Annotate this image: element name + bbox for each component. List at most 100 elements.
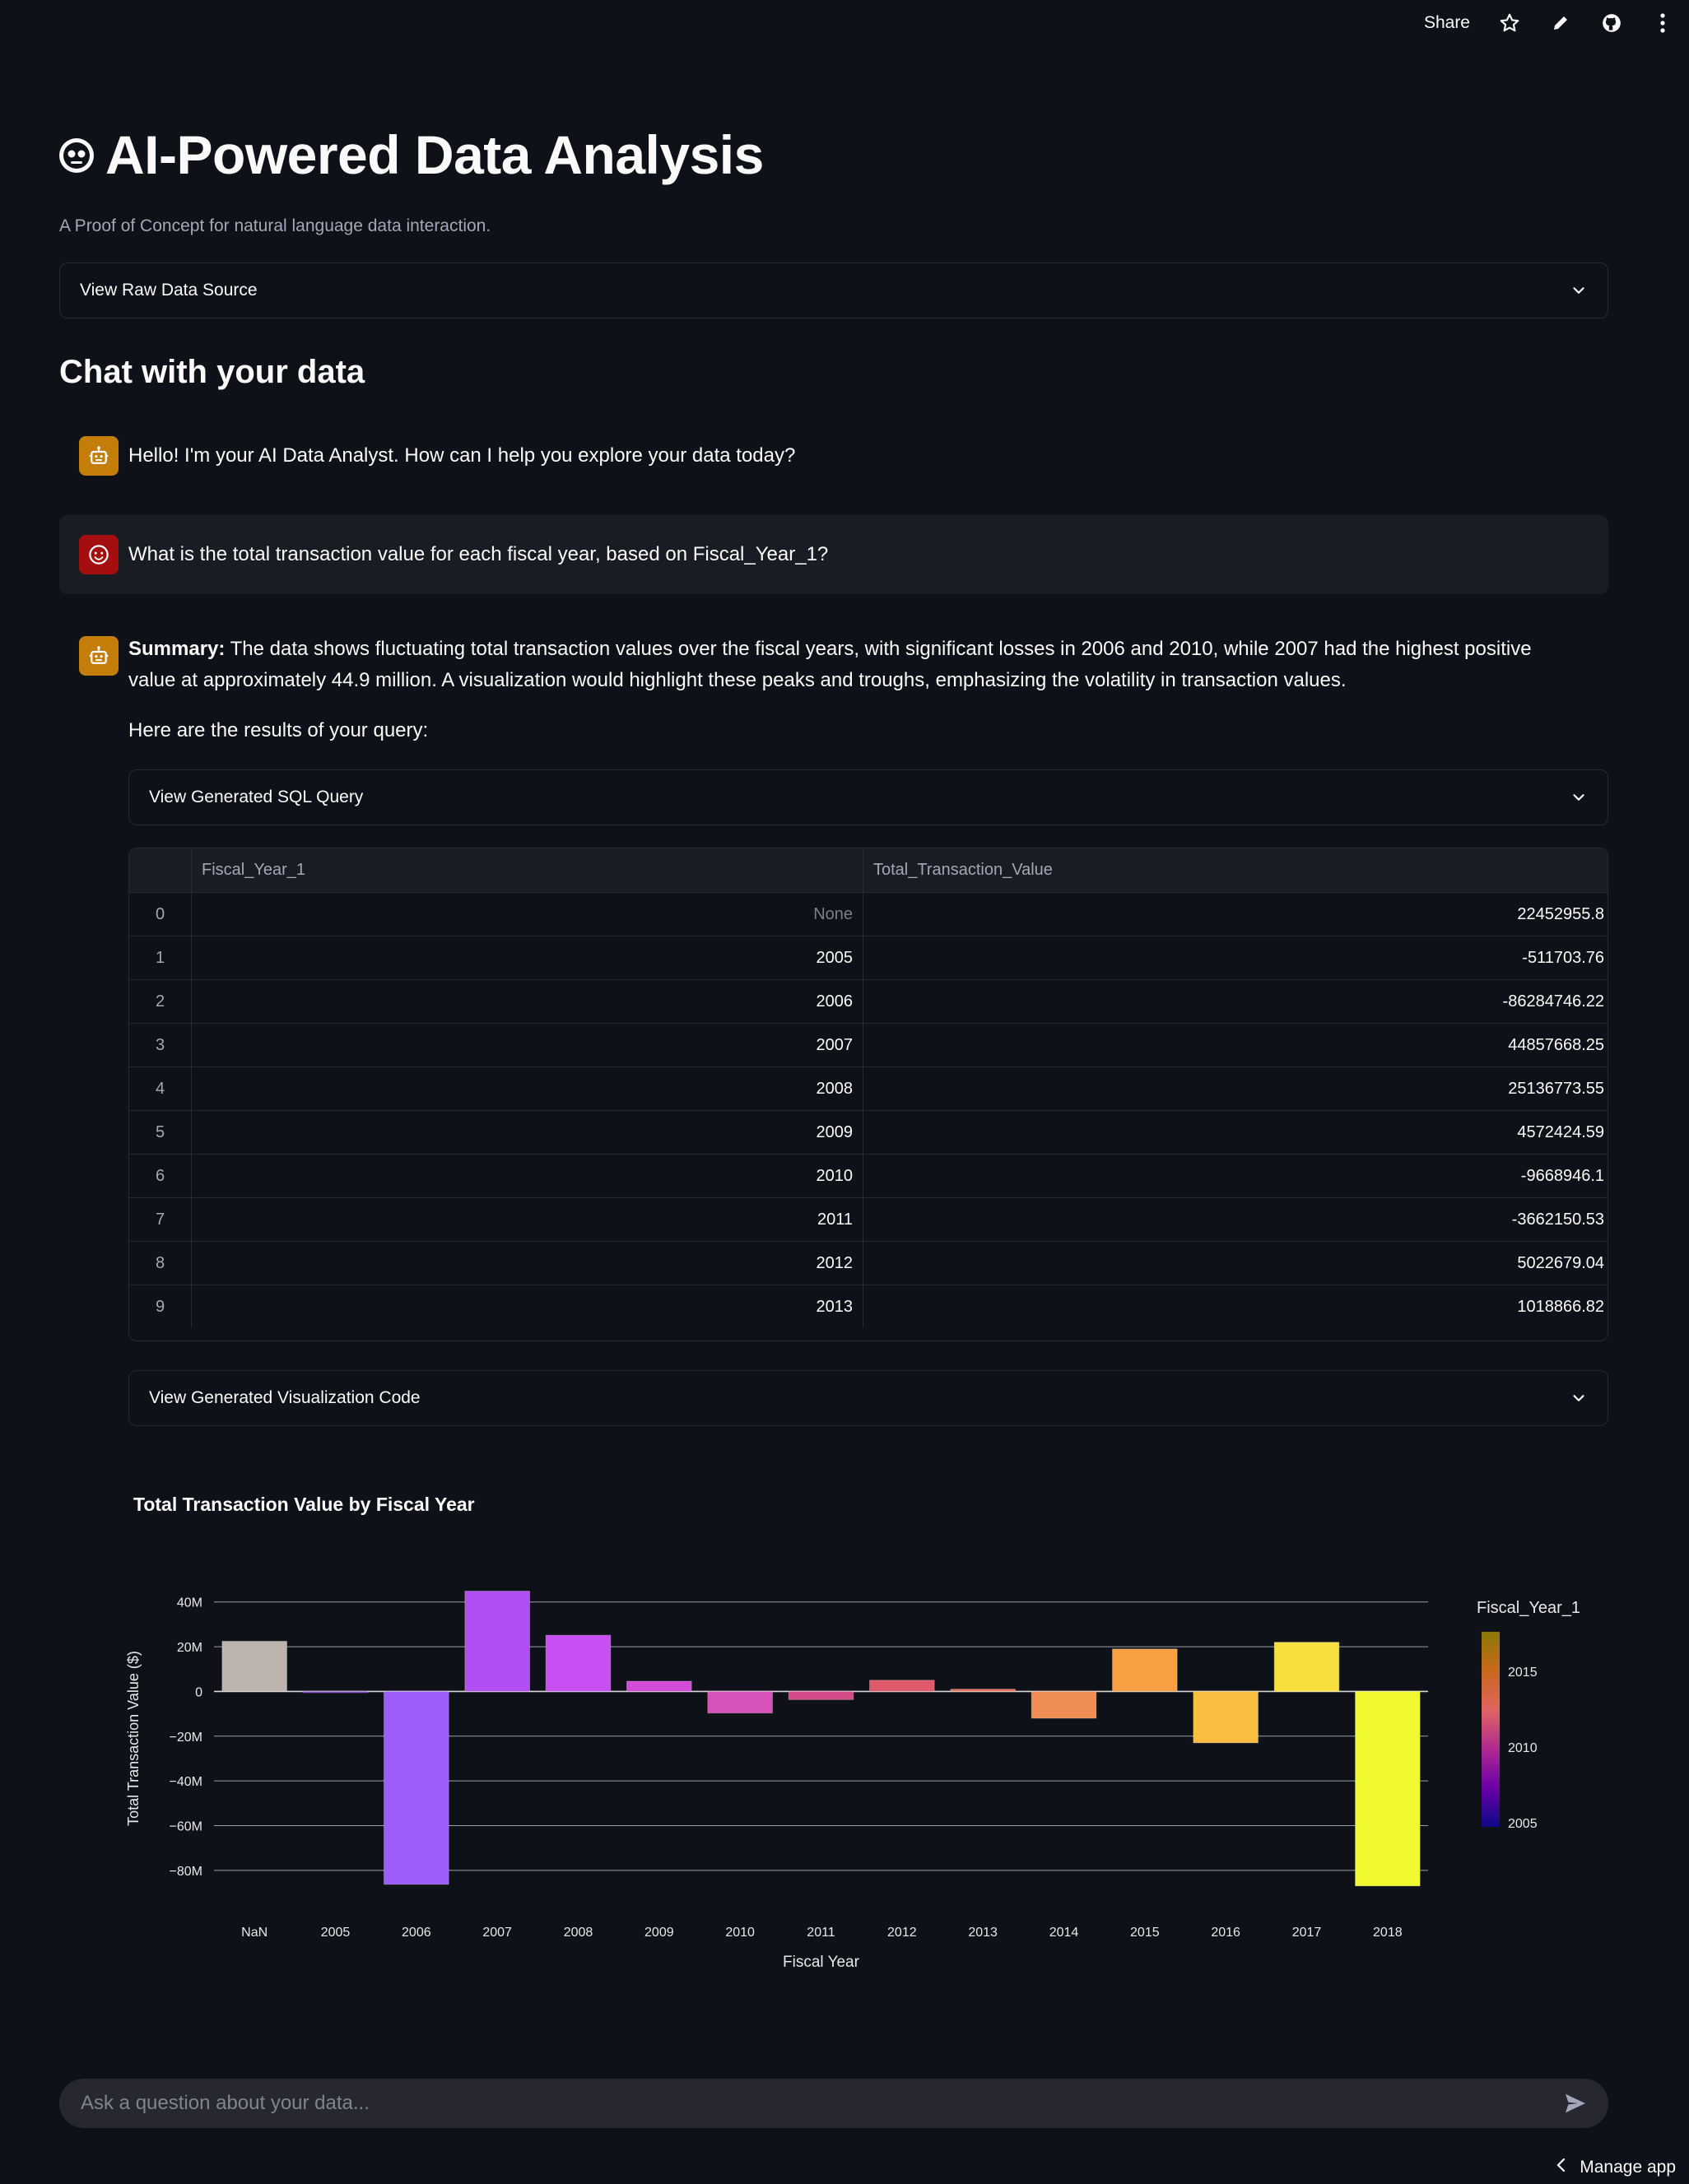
row-index: 5	[129, 1111, 192, 1154]
bar-2006	[384, 1690, 449, 1885]
table-row[interactable]: 4 2008 25136773.55	[129, 1066, 1608, 1110]
total-value-cell[interactable]: -3662150.53	[863, 1198, 1608, 1241]
legend-title: Fiscal_Year_1	[1477, 1599, 1580, 1617]
x-tick-label: 2005	[321, 1926, 351, 1940]
fiscal-year-cell[interactable]: 2010	[192, 1155, 863, 1197]
x-tick-label: 2006	[402, 1926, 431, 1940]
table-row[interactable]: 2 2006 -86284746.22	[129, 979, 1608, 1023]
x-tick-label: 2015	[1130, 1926, 1160, 1940]
table-row[interactable]: 0 None 22452955.8	[129, 892, 1608, 936]
total-value-cell[interactable]: 5022679.04	[863, 1242, 1608, 1285]
row-index: 3	[129, 1024, 192, 1066]
table-row[interactable]: 3 2007 44857668.25	[129, 1023, 1608, 1066]
raw-data-expander[interactable]: View Raw Data Source	[59, 263, 1608, 318]
bar-2016	[1193, 1690, 1259, 1744]
y-tick-label: −20M	[170, 1731, 202, 1745]
chevron-left-icon	[1555, 2158, 1568, 2177]
chat-heading: Chat with your data	[59, 354, 365, 390]
viz-code-expander-label: View Generated Visualization Code	[149, 1388, 421, 1407]
robot-face-icon	[56, 134, 97, 175]
table-header-fiscal-year[interactable]: Fiscal_Year_1	[192, 848, 863, 892]
y-tick-label: 20M	[177, 1641, 202, 1655]
share-button[interactable]: Share	[1424, 13, 1470, 33]
x-tick-label: 2017	[1292, 1926, 1322, 1940]
manage-app-button[interactable]: Manage app	[1555, 2158, 1676, 2177]
fiscal-year-cell[interactable]: 2006	[192, 980, 863, 1023]
y-axis-label: Total Transaction Value ($)	[125, 1651, 142, 1826]
star-icon[interactable]	[1498, 12, 1521, 35]
bar-2008	[545, 1634, 612, 1692]
table-body: 0 None 22452955.8 1 2005 -511703.76 2 2006 -8628…	[129, 892, 1608, 1328]
bar-2014	[1031, 1690, 1097, 1719]
user-question-text: What is the total transaction value for …	[128, 543, 829, 565]
total-value-cell[interactable]: 4572424.59	[863, 1111, 1608, 1154]
table-header: Fiscal_Year_1 Total_Transaction_Value	[129, 848, 1608, 892]
bar-2018	[1355, 1690, 1421, 1887]
total-value-cell[interactable]: 1018866.82	[863, 1285, 1608, 1328]
colorbar-tick-label: 2005	[1508, 1817, 1538, 1831]
colorbar-tick-label: 2010	[1508, 1741, 1538, 1755]
page-title: AI-Powered Data Analysis	[56, 123, 764, 186]
bar-2017	[1273, 1642, 1340, 1692]
total-value-cell[interactable]: -511703.76	[863, 936, 1608, 979]
row-index: 4	[129, 1067, 192, 1110]
row-index: 9	[129, 1285, 192, 1328]
total-value-cell[interactable]: -86284746.22	[863, 980, 1608, 1023]
chat-input-bar	[59, 2079, 1608, 2128]
fiscal-year-cell[interactable]: 2007	[192, 1024, 863, 1066]
page-title-text: AI-Powered Data Analysis	[105, 124, 764, 185]
row-index: 1	[129, 936, 192, 979]
x-tick-label: NaN	[241, 1926, 268, 1940]
colorbar-tick-label: 2015	[1508, 1666, 1538, 1680]
fiscal-year-cell[interactable]: 2008	[192, 1067, 863, 1110]
fiscal-year-cell[interactable]: 2011	[192, 1198, 863, 1241]
top-toolbar: Share	[1424, 0, 1689, 46]
viz-code-expander[interactable]: View Generated Visualization Code	[128, 1370, 1608, 1426]
more-vertical-icon[interactable]	[1651, 12, 1674, 35]
sql-expander-label: View Generated SQL Query	[149, 788, 364, 806]
sql-expander[interactable]: View Generated SQL Query	[128, 769, 1608, 825]
user-message: What is the total transaction value for …	[59, 515, 1608, 594]
table-header-total-value[interactable]: Total_Transaction_Value	[863, 848, 1608, 892]
pencil-icon[interactable]	[1549, 12, 1572, 35]
x-tick-label: 2016	[1211, 1926, 1240, 1940]
fiscal-year-cell[interactable]: 2005	[192, 936, 863, 979]
x-tick-label: 2009	[644, 1926, 674, 1940]
total-value-cell[interactable]: 25136773.55	[863, 1067, 1608, 1110]
chevron-down-icon	[1570, 788, 1588, 806]
table-row[interactable]: 9 2013 1018866.82	[129, 1285, 1608, 1328]
row-index: 2	[129, 980, 192, 1023]
table-row[interactable]: 7 2011 -3662150.53	[129, 1197, 1608, 1241]
bar-chart: Total Transaction Value by Fiscal Year 40…	[125, 1494, 1580, 1971]
chart-title: Total Transaction Value by Fiscal Year	[133, 1494, 475, 1515]
summary-text: Summary: The data shows fluctuating tota…	[128, 634, 1577, 696]
table-row[interactable]: 5 2009 4572424.59	[129, 1110, 1608, 1154]
y-tick-label: 40M	[177, 1596, 202, 1610]
total-value-cell[interactable]: 44857668.25	[863, 1024, 1608, 1066]
send-icon[interactable]	[1562, 2090, 1589, 2117]
chat-input[interactable]	[79, 2091, 1562, 2116]
fiscal-year-cell[interactable]: 2013	[192, 1285, 863, 1328]
results-table[interactable]: Fiscal_Year_1 Total_Transaction_Value 0N…	[128, 848, 1608, 1341]
total-value-cell[interactable]: -9668946.1	[863, 1155, 1608, 1197]
assistant-greeting-text: Hello! I'm your AI Data Analyst. How can…	[128, 444, 796, 467]
fiscal-year-cell[interactable]: 2012	[192, 1242, 863, 1285]
row-index: 8	[129, 1242, 192, 1285]
fiscal-year-cell[interactable]: None	[192, 893, 863, 936]
row-index: 0	[129, 893, 192, 936]
x-tick-label: 2008	[564, 1926, 593, 1940]
row-index: 6	[129, 1155, 192, 1197]
summary-body: The data shows fluctuating total transac…	[128, 638, 1532, 691]
bar-2005	[302, 1690, 369, 1694]
y-tick-label: 0	[195, 1685, 202, 1699]
table-row[interactable]: 8 2012 5022679.04	[129, 1241, 1608, 1285]
x-tick-label: 2007	[482, 1926, 512, 1940]
raw-data-expander-label: View Raw Data Source	[80, 281, 258, 300]
fiscal-year-cell[interactable]: 2009	[192, 1111, 863, 1154]
row-index: 7	[129, 1198, 192, 1241]
assistant-avatar	[79, 436, 119, 476]
table-row[interactable]: 6 2010 -9668946.1	[129, 1154, 1608, 1197]
table-row[interactable]: 1 2005 -511703.76	[129, 936, 1608, 979]
github-icon[interactable]	[1600, 12, 1623, 35]
total-value-cell[interactable]: 22452955.8	[863, 893, 1608, 936]
